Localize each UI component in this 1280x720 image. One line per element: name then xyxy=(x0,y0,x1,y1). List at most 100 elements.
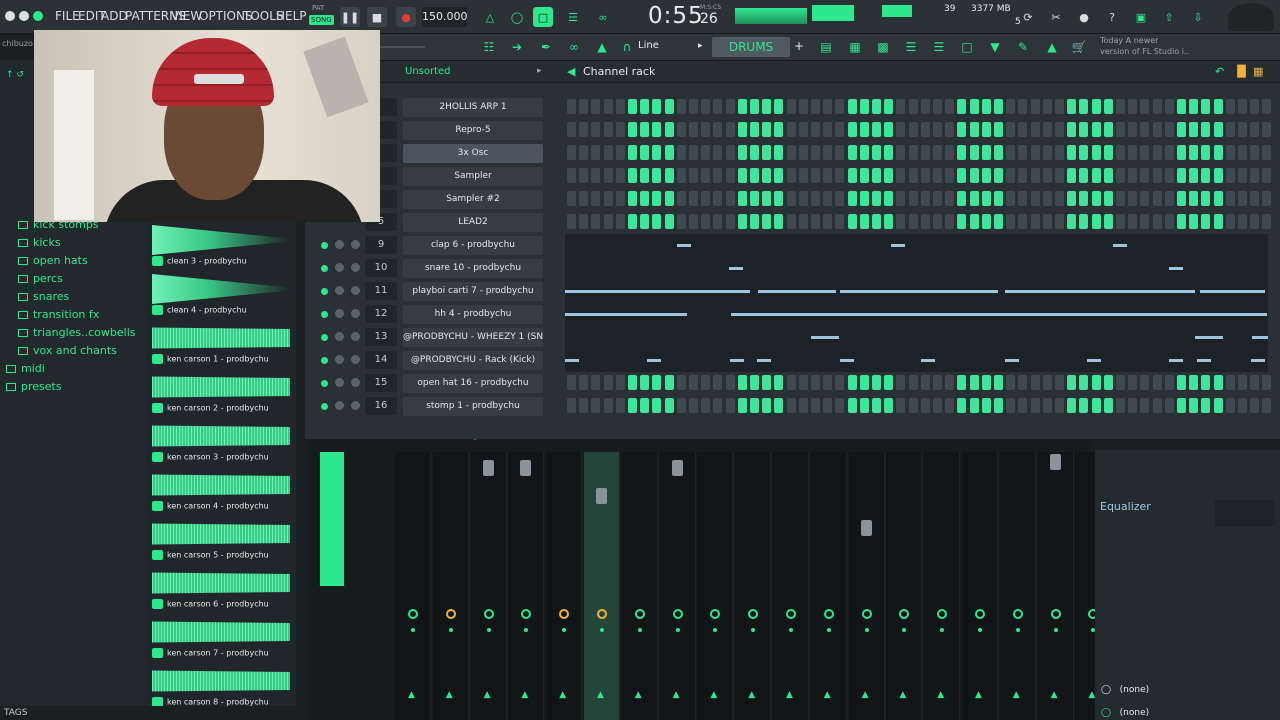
route-dot[interactable] xyxy=(486,628,491,632)
step-button[interactable] xyxy=(628,375,637,390)
step-button[interactable] xyxy=(652,122,662,137)
step-button[interactable] xyxy=(872,191,881,206)
step-button[interactable] xyxy=(798,122,808,137)
step-button[interactable] xyxy=(750,99,759,114)
step-button[interactable] xyxy=(786,398,796,413)
step-button[interactable] xyxy=(1116,99,1125,114)
mixer-track-number[interactable]: 10 xyxy=(365,259,397,277)
step-button[interactable] xyxy=(847,214,857,229)
step-button[interactable] xyxy=(762,168,772,183)
step-button[interactable] xyxy=(774,122,784,137)
step-button[interactable] xyxy=(1225,145,1235,160)
step-button[interactable] xyxy=(1067,398,1077,413)
step-button[interactable] xyxy=(774,145,784,160)
channel-mute-led[interactable] xyxy=(321,265,328,272)
step-button[interactable] xyxy=(1225,375,1235,390)
folder-transition-fx[interactable]: transition fx xyxy=(18,308,99,321)
step-button[interactable] xyxy=(1262,99,1272,114)
microphone-icon[interactable]: ● xyxy=(1074,7,1094,27)
step-button[interactable] xyxy=(835,168,845,183)
step-button[interactable] xyxy=(945,191,955,206)
magnet-icon[interactable]: ∩ xyxy=(618,38,636,56)
channel-volume-knob[interactable] xyxy=(351,378,360,387)
step-button[interactable] xyxy=(1189,122,1199,137)
step-button[interactable] xyxy=(1140,375,1150,390)
step-button[interactable] xyxy=(1079,145,1089,160)
pan-knob[interactable] xyxy=(521,609,532,619)
step-button[interactable] xyxy=(811,145,820,160)
step-button[interactable] xyxy=(1189,168,1199,183)
step-button[interactable] xyxy=(628,398,637,413)
step-button[interactable] xyxy=(1164,145,1174,160)
refresh-icon[interactable]: ⟳ xyxy=(1018,7,1038,27)
step-button[interactable] xyxy=(1238,145,1247,160)
step-button[interactable] xyxy=(762,191,772,206)
step-button[interactable] xyxy=(676,145,686,160)
step-button[interactable] xyxy=(1164,168,1174,183)
record-icon[interactable]: ● xyxy=(396,7,416,27)
volume-fader[interactable] xyxy=(520,460,532,476)
step-button[interactable] xyxy=(750,191,759,206)
step-button[interactable] xyxy=(579,168,589,183)
step-button[interactable] xyxy=(945,214,955,229)
stamp-icon[interactable]: ▲ xyxy=(593,38,611,56)
play-icon[interactable]: ❚❚ xyxy=(340,7,360,27)
step-button[interactable] xyxy=(847,191,857,206)
step-button[interactable] xyxy=(774,99,784,114)
sample-item[interactable]: ken carson 1 - prodbychu xyxy=(150,323,292,368)
step-button[interactable] xyxy=(835,122,845,137)
step-button[interactable] xyxy=(1225,168,1235,183)
step-button[interactable] xyxy=(1140,99,1150,114)
step-button[interactable] xyxy=(1091,214,1101,229)
step-button[interactable] xyxy=(567,122,576,137)
step-button[interactable] xyxy=(847,122,857,137)
step-button[interactable] xyxy=(957,168,967,183)
step-button[interactable] xyxy=(1030,191,1040,206)
step-button[interactable] xyxy=(908,122,918,137)
step-button[interactable] xyxy=(603,398,613,413)
step-button[interactable] xyxy=(872,122,881,137)
step-button[interactable] xyxy=(1030,122,1040,137)
step-button[interactable] xyxy=(676,191,686,206)
channel-mute-led[interactable] xyxy=(321,334,328,341)
step-button[interactable] xyxy=(908,191,918,206)
step-button[interactable] xyxy=(1238,99,1247,114)
step-button[interactable] xyxy=(835,398,845,413)
step-button[interactable] xyxy=(1213,99,1223,114)
step-button[interactable] xyxy=(1164,122,1174,137)
step-button[interactable] xyxy=(1006,398,1016,413)
step-button[interactable] xyxy=(786,122,796,137)
route-dot[interactable] xyxy=(675,628,680,632)
step-button[interactable] xyxy=(1006,168,1016,183)
step-button[interactable] xyxy=(1177,191,1186,206)
step-button[interactable] xyxy=(652,214,662,229)
step-button[interactable] xyxy=(1067,191,1077,206)
step-button[interactable] xyxy=(1042,191,1052,206)
step-button[interactable] xyxy=(713,375,723,390)
step-button[interactable] xyxy=(664,145,674,160)
step-button[interactable] xyxy=(872,99,881,114)
step-button[interactable] xyxy=(1250,398,1260,413)
step-button[interactable] xyxy=(689,398,698,413)
step-button[interactable] xyxy=(567,398,576,413)
step-button[interactable] xyxy=(1177,168,1186,183)
step-button[interactable] xyxy=(1055,122,1064,137)
step-button[interactable] xyxy=(969,99,979,114)
step-button[interactable] xyxy=(1079,214,1089,229)
step-button[interactable] xyxy=(701,214,711,229)
pan-knob[interactable] xyxy=(823,609,834,619)
step-button[interactable] xyxy=(981,375,991,390)
folder-presets[interactable]: presets xyxy=(6,380,62,393)
channel-name-button[interactable]: snare 10 - prodbychu xyxy=(403,259,543,278)
step-button[interactable] xyxy=(1103,214,1113,229)
step-button[interactable] xyxy=(725,398,735,413)
route-dot[interactable] xyxy=(978,628,982,632)
step-button[interactable] xyxy=(1225,191,1235,206)
route-dot[interactable] xyxy=(864,628,869,632)
step-button[interactable] xyxy=(1213,122,1223,137)
send-arrow-icon[interactable]: ▲ xyxy=(975,690,982,700)
step-button[interactable] xyxy=(652,99,662,114)
step-button[interactable] xyxy=(872,375,881,390)
step-button[interactable] xyxy=(628,122,637,137)
play-icon[interactable] xyxy=(152,256,163,266)
